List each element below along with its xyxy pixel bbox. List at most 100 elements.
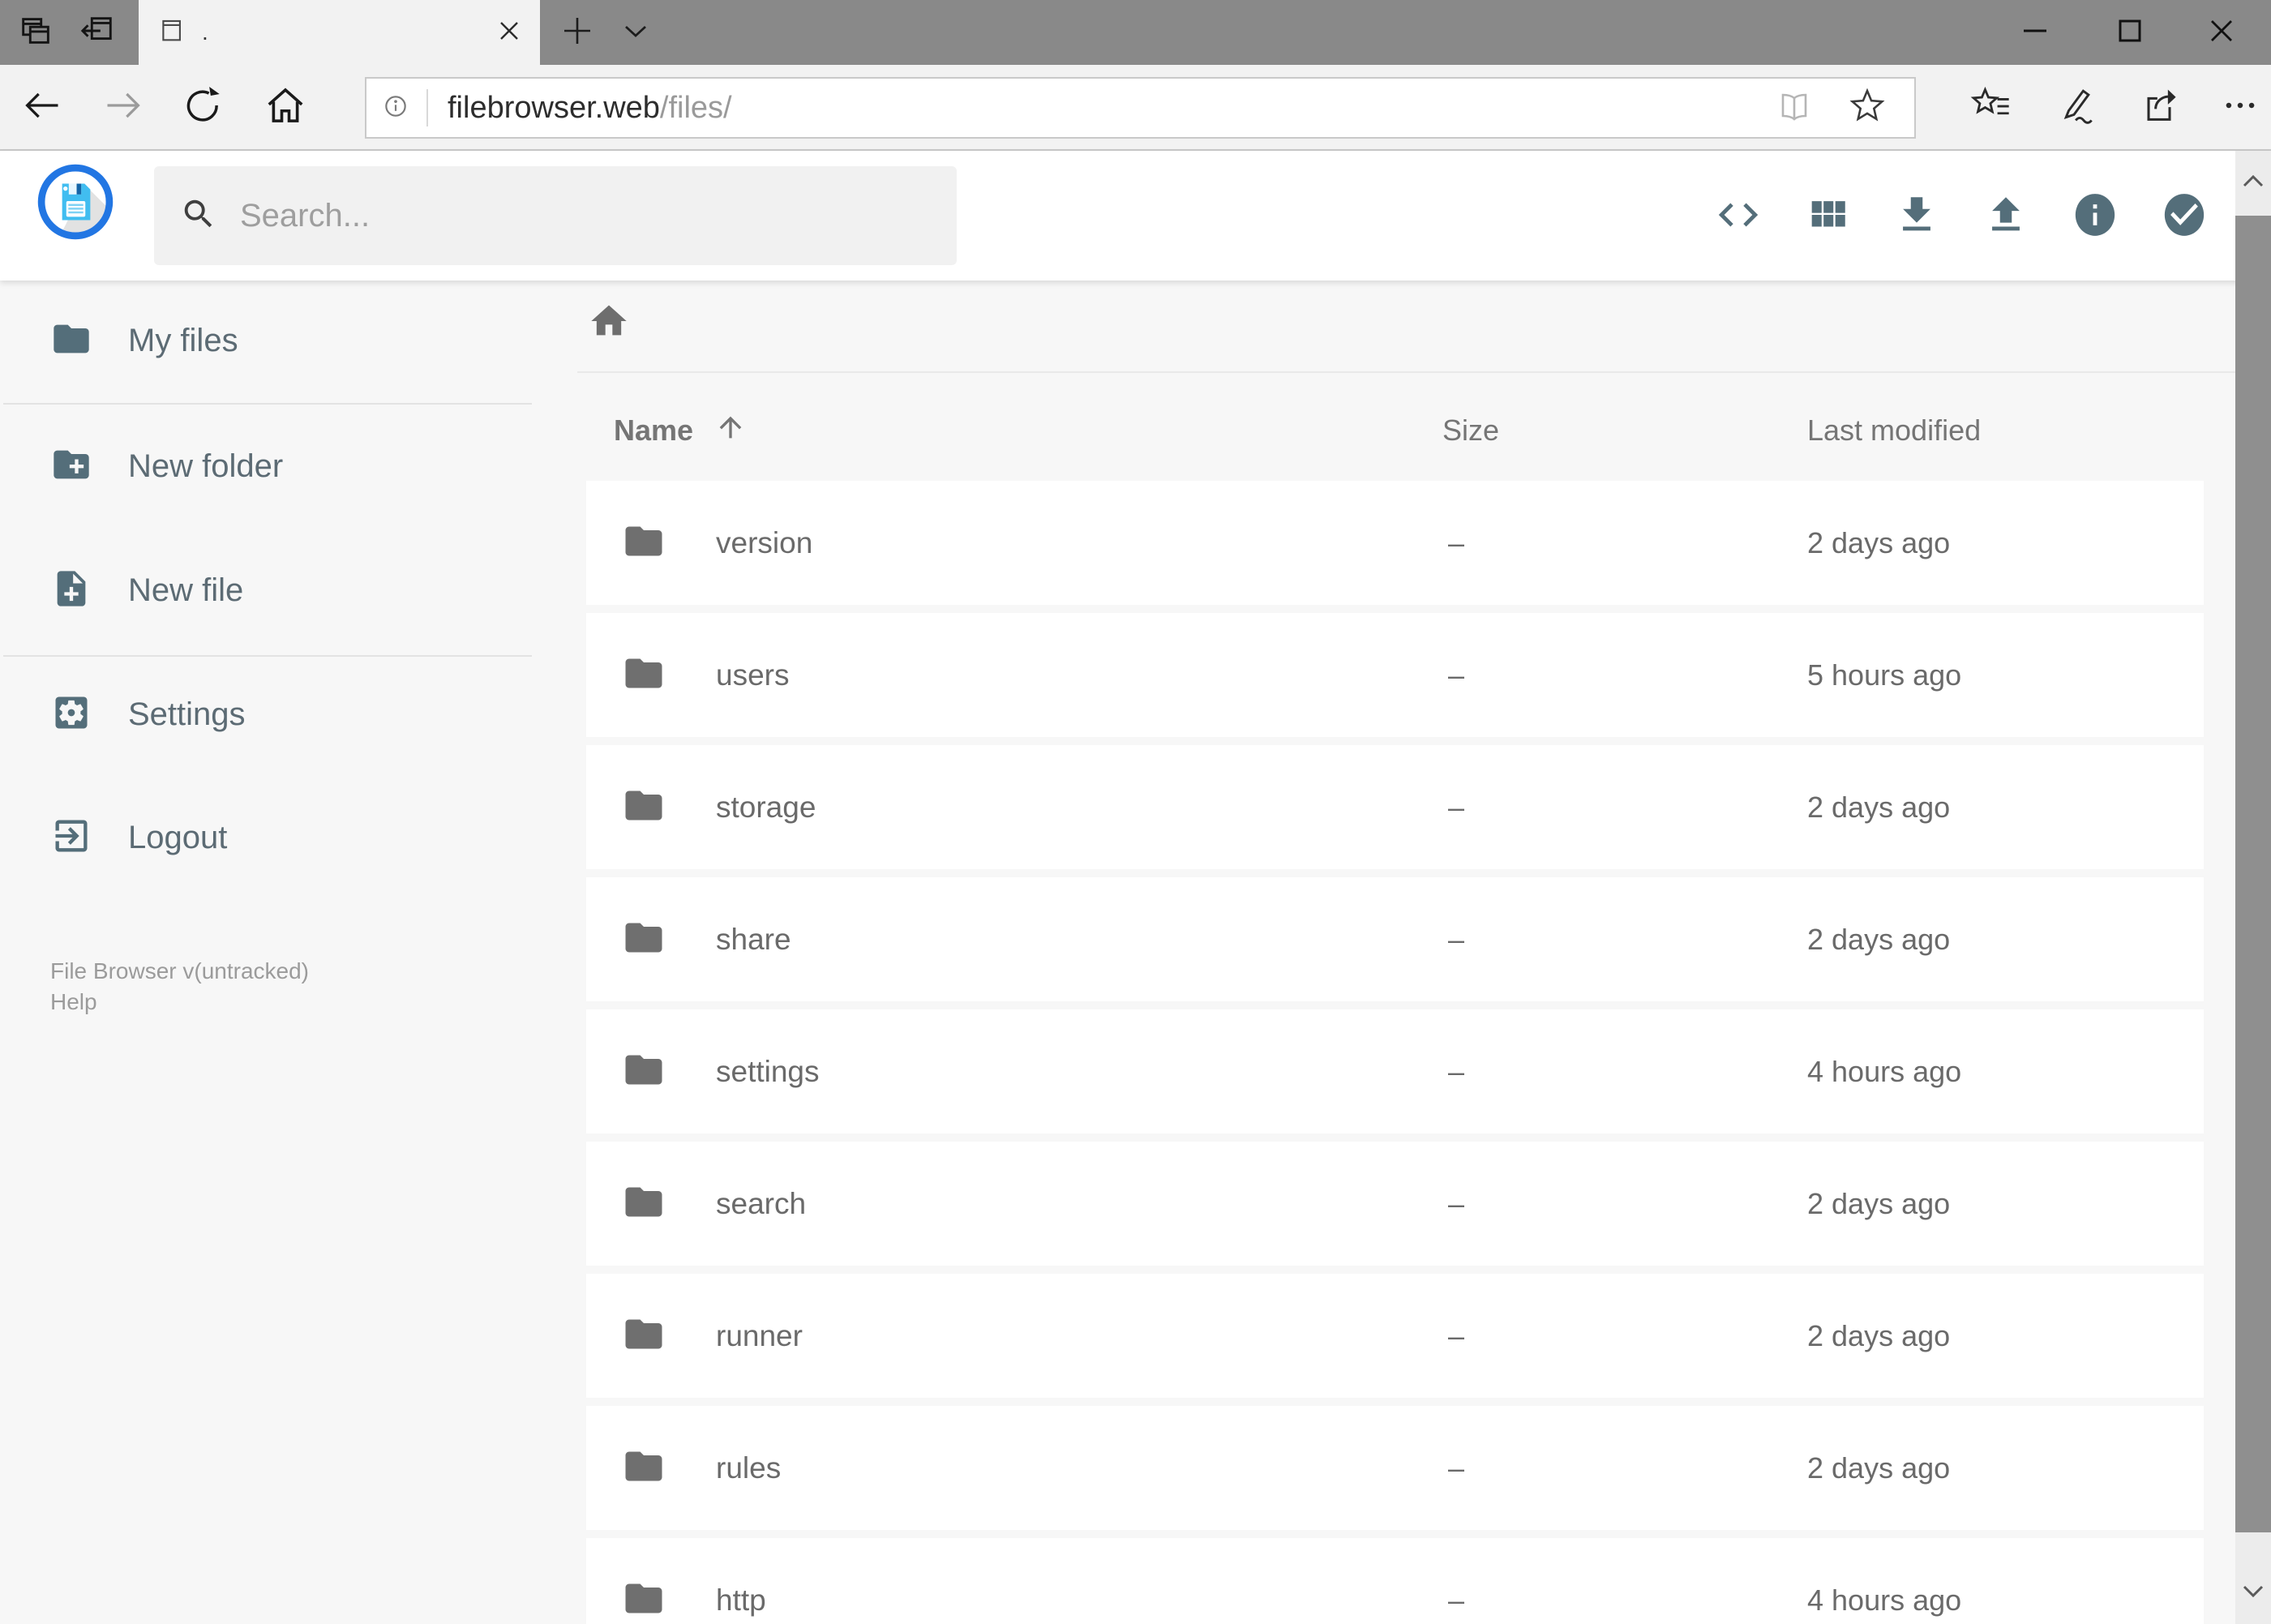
browser-window: . filebrowser.web/files/ Search... My fi… [0, 0, 2271, 1624]
file-size: – [1448, 525, 1465, 559]
folder-icon [622, 783, 666, 831]
chevron-up-icon [2239, 168, 2267, 199]
file-listing: version – 2 days ago users – 5 hours ago… [586, 481, 2204, 1624]
search-box[interactable] [154, 166, 957, 265]
sidebar-item-label: New file [128, 572, 244, 608]
search-icon [180, 195, 217, 237]
file-row[interactable]: rules – 2 days ago [586, 1406, 2204, 1530]
folder-icon [622, 651, 666, 699]
file-row[interactable]: runner – 2 days ago [586, 1274, 2204, 1398]
back-button[interactable] [11, 65, 73, 149]
code-icon[interactable] [1715, 191, 1762, 238]
file-size: – [1448, 790, 1465, 824]
forward-icon [102, 84, 144, 131]
filebrowser-logo[interactable] [37, 164, 114, 240]
file-modified: 2 days ago [1807, 1450, 1951, 1485]
column-header-name[interactable]: Name [614, 409, 747, 452]
folder-icon [50, 318, 92, 364]
folder-icon [622, 1312, 666, 1360]
app-header [0, 151, 2271, 281]
file-size: – [1448, 1583, 1465, 1617]
sidebar-item-settings[interactable]: Settings [50, 682, 246, 747]
vertical-scrollbar[interactable] [2235, 151, 2271, 1624]
file-row[interactable]: settings – 4 hours ago [586, 1009, 2204, 1133]
settings-icon [50, 692, 92, 738]
minimize-button[interactable] [2001, 0, 2069, 65]
refresh-button[interactable] [172, 65, 234, 149]
folder-icon [622, 1048, 666, 1095]
home-button[interactable] [255, 65, 316, 149]
hub-button[interactable] [1960, 65, 2022, 149]
more-icon [2219, 84, 2261, 131]
info-icon[interactable] [2072, 191, 2119, 238]
address-bar[interactable]: filebrowser.web/files/ [365, 77, 1916, 139]
sidebar-item-new-file[interactable]: New file [50, 558, 243, 623]
grid-view-icon[interactable] [1804, 191, 1851, 238]
file-modified: 2 days ago [1807, 790, 1951, 824]
column-header-size[interactable]: Size [1442, 409, 1499, 452]
web-note-button[interactable] [2043, 65, 2105, 149]
favorite-star-icon[interactable] [1848, 87, 1887, 130]
new-tab-icon [562, 15, 593, 50]
urlbar-separator [426, 89, 428, 126]
file-row[interactable]: share – 2 days ago [586, 877, 2204, 1001]
titlebar: . [0, 0, 2271, 65]
urlbar-right-icons [1775, 87, 1914, 130]
file-size: – [1448, 1186, 1465, 1220]
download-icon[interactable] [1893, 191, 1940, 238]
folder-icon [622, 519, 666, 567]
browser-tab[interactable]: . [139, 0, 540, 65]
sidebar-item-my-files[interactable]: My files [50, 308, 238, 373]
sidebar-divider [3, 655, 532, 657]
new-file-icon [50, 568, 92, 614]
forward-button[interactable] [92, 65, 154, 149]
tab-previews-button[interactable] [6, 0, 65, 65]
folder-icon [622, 915, 666, 963]
more-button[interactable] [2209, 65, 2271, 149]
column-header-modified[interactable]: Last modified [1807, 409, 1981, 452]
close-window-button[interactable] [2187, 0, 2256, 65]
file-row[interactable]: http – 4 hours ago [586, 1538, 2204, 1624]
tab-list-button[interactable] [606, 0, 665, 65]
new-tab-button[interactable] [548, 0, 606, 65]
column-header-label: Last modified [1807, 413, 1982, 447]
scroll-up-button[interactable] [2235, 151, 2271, 216]
scroll-down-button[interactable] [2235, 1561, 2271, 1624]
app-version-text: File Browser v(untracked) [50, 958, 309, 983]
file-row[interactable]: users – 5 hours ago [586, 613, 2204, 737]
breadcrumb[interactable] [588, 300, 630, 346]
help-link[interactable]: Help [50, 989, 97, 1015]
file-row[interactable]: version – 2 days ago [586, 481, 2204, 605]
file-modified: 4 hours ago [1807, 1054, 1962, 1088]
file-size: – [1448, 1318, 1465, 1352]
file-name: http [716, 1583, 766, 1617]
file-modified: 2 days ago [1807, 525, 1951, 559]
sidebar-item-label: New folder [128, 448, 284, 484]
site-info-icon[interactable] [379, 90, 412, 126]
reading-view-icon[interactable] [1775, 87, 1814, 130]
home-breadcrumb-icon [588, 305, 630, 345]
select-check-icon[interactable] [2161, 191, 2208, 238]
close-tab-icon[interactable] [498, 19, 521, 46]
search-input[interactable] [240, 197, 889, 234]
sidebar-item-new-folder[interactable]: New folder [50, 434, 283, 499]
folder-icon [622, 1576, 666, 1624]
file-size: – [1448, 1450, 1465, 1485]
url-host: filebrowser.web [448, 90, 660, 125]
file-row[interactable]: storage – 2 days ago [586, 745, 2204, 869]
column-header-label: Name [614, 413, 694, 447]
page-icon [158, 17, 186, 49]
scrollbar-thumb[interactable] [2235, 216, 2271, 1532]
logout-icon [50, 815, 92, 861]
maximize-button[interactable] [2096, 0, 2164, 65]
tab-list-chevron-icon [621, 16, 650, 49]
sidebar-item-logout[interactable]: Logout [50, 805, 227, 870]
file-modified: 2 days ago [1807, 1186, 1951, 1220]
share-button[interactable] [2128, 65, 2190, 149]
upload-icon[interactable] [1982, 191, 2029, 238]
tabs-set-aside-button[interactable] [68, 0, 126, 65]
tabs-set-aside-icon [79, 12, 116, 54]
file-row[interactable]: search – 2 days ago [586, 1142, 2204, 1266]
file-modified: 2 days ago [1807, 1318, 1951, 1352]
sort-ascending-icon [714, 411, 747, 451]
